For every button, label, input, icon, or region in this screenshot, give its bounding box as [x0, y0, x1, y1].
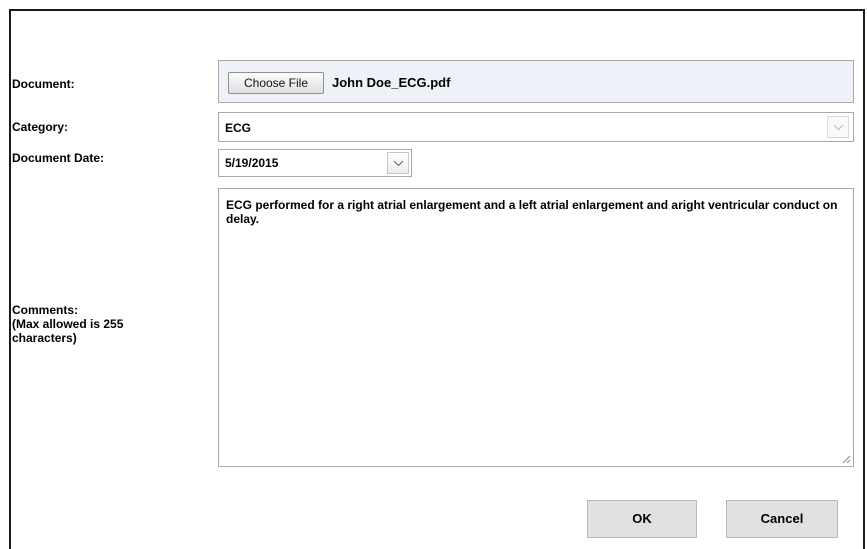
- comments-textarea[interactable]: ECG performed for a right atrial enlarge…: [218, 188, 854, 467]
- choose-file-button[interactable]: Choose File: [228, 72, 324, 94]
- comments-label-limit: (Max allowed is 255: [12, 317, 124, 331]
- chevron-down-icon: [393, 160, 404, 167]
- category-label: Category:: [12, 120, 69, 134]
- document-date-picker[interactable]: 5/19/2015: [218, 149, 412, 177]
- comments-label-limit-unit: characters): [12, 331, 77, 345]
- document-date-value: 5/19/2015: [225, 156, 279, 170]
- document-label: Document:: [12, 77, 75, 91]
- resize-grip-icon[interactable]: [842, 455, 851, 464]
- chevron-down-icon: [833, 124, 844, 131]
- comments-label: Comments: (Max allowed is 255 characters…: [12, 303, 123, 345]
- category-select[interactable]: ECG: [218, 112, 854, 142]
- category-dropdown-button[interactable]: [827, 116, 849, 138]
- comments-label-title: Comments:: [12, 303, 79, 317]
- ok-button[interactable]: OK: [587, 500, 697, 538]
- cancel-button[interactable]: Cancel: [726, 500, 838, 538]
- file-input-container: Choose File John Doe_ECG.pdf: [218, 60, 854, 103]
- date-dropdown-button[interactable]: [387, 152, 409, 174]
- selected-file-name: John Doe_ECG.pdf: [332, 75, 451, 90]
- comments-text: ECG performed for a right atrial enlarge…: [226, 198, 838, 226]
- document-date-label: Document Date:: [12, 151, 105, 165]
- category-select-value: ECG: [225, 121, 252, 135]
